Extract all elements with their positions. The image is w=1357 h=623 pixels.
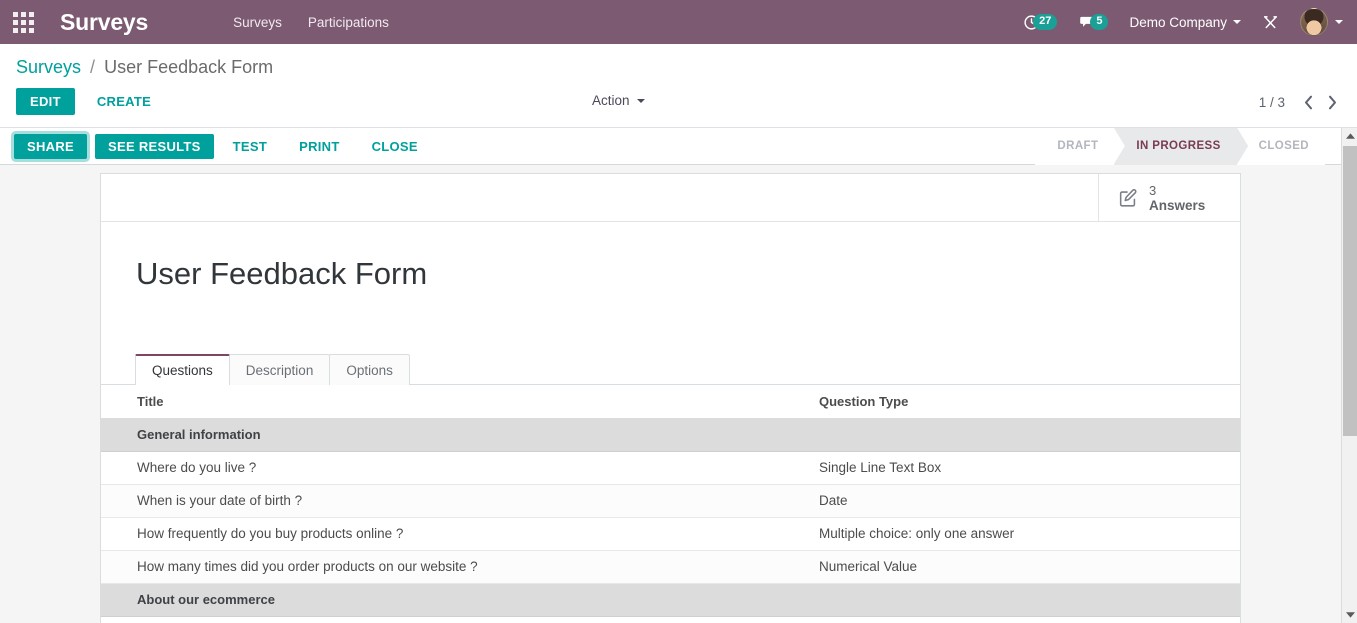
app-brand-title[interactable]: Surveys — [60, 9, 148, 36]
test-button[interactable]: TEST — [220, 134, 280, 159]
control-panel-buttons: EDIT CREATE — [16, 88, 165, 115]
messages-count-badge: 5 — [1090, 14, 1109, 30]
table-header-row: Title Question Type — [101, 384, 1240, 419]
column-header-title[interactable]: Title — [101, 384, 801, 419]
chevron-down-icon — [636, 98, 645, 103]
avatar — [1300, 8, 1328, 36]
scroll-down-button[interactable] — [1342, 606, 1357, 623]
top-navbar: Surveys Surveys Participations 27 5 Demo… — [0, 0, 1357, 44]
scrollbar-thumb[interactable] — [1343, 146, 1357, 436]
chevron-down-icon — [1335, 20, 1343, 24]
form-action-buttons: SHARE SEE RESULTS TEST PRINT CLOSE — [0, 133, 431, 159]
action-menu-label: Action — [592, 93, 630, 108]
tools-icon — [1264, 15, 1277, 28]
breadcrumb-item-current: User Feedback Form — [104, 57, 274, 77]
company-switcher[interactable]: Demo Company — [1119, 15, 1251, 30]
chevron-right-icon — [1328, 95, 1336, 109]
answers-text-block: 3 Answers — [1149, 183, 1205, 213]
messaging-menu[interactable]: 5 — [1068, 0, 1119, 44]
chevron-down-icon — [1233, 20, 1241, 24]
scroll-up-arrow-icon — [1345, 133, 1355, 139]
navbar-menu-item-surveys[interactable]: Surveys — [220, 2, 295, 43]
scroll-down-arrow-icon — [1345, 612, 1355, 618]
questions-table-body: General information Where do you live ? Si… — [101, 418, 1240, 623]
activities-menu[interactable]: 27 — [1012, 0, 1068, 44]
breadcrumb-separator: / — [90, 57, 96, 77]
form-content-area: 3 Answers User Feedback Form Questions D… — [0, 165, 1341, 623]
apps-launcher-button[interactable] — [0, 0, 46, 44]
button-box-row: 3 Answers — [101, 174, 1240, 222]
table-section-row[interactable]: General information — [101, 418, 1240, 452]
questions-table: Title Question Type General information W… — [101, 384, 1240, 623]
systray: 27 5 Demo Company — [1012, 0, 1357, 44]
see-results-button[interactable]: SEE RESULTS — [95, 133, 214, 159]
answers-stat-button[interactable]: 3 Answers — [1098, 174, 1240, 221]
table-row[interactable]: When is your date of birth ? Date — [101, 484, 1240, 518]
form-statusbar-row: SHARE SEE RESULTS TEST PRINT CLOSE DRAFT… — [0, 127, 1341, 165]
vertical-scrollbar[interactable] — [1341, 128, 1357, 623]
pager: 1 / 3 — [1259, 91, 1343, 113]
cell-title: How frequently do you buy products onlin… — [101, 517, 801, 551]
answers-count: 3 — [1149, 182, 1157, 198]
edit-button[interactable]: EDIT — [16, 88, 75, 115]
cell-question-type — [801, 583, 1240, 617]
cell-title: About our ecommerce — [101, 583, 801, 617]
action-menu-button[interactable]: Action — [592, 93, 645, 108]
close-button[interactable]: CLOSE — [359, 134, 431, 159]
form-sheet: 3 Answers User Feedback Form Questions D… — [100, 173, 1241, 623]
table-row[interactable]: Where do you live ? Single Line Text Box — [101, 451, 1240, 485]
control-panel: Surveys / User Feedback Form EDIT CREATE… — [0, 44, 1357, 128]
company-name: Demo Company — [1129, 14, 1227, 30]
table-section-row[interactable]: About our ecommerce — [101, 583, 1240, 617]
chevron-left-icon — [1304, 95, 1312, 109]
share-button[interactable]: SHARE — [14, 133, 88, 159]
navbar-menu-item-participations[interactable]: Participations — [295, 2, 402, 43]
status-pipeline: DRAFT IN PROGRESS CLOSED — [1035, 127, 1341, 165]
cell-title: How many times did you order products on… — [101, 550, 801, 584]
developer-tools-button[interactable] — [1251, 14, 1290, 31]
page-title: User Feedback Form — [136, 256, 428, 291]
user-menu[interactable] — [1290, 8, 1349, 36]
tab-questions[interactable]: Questions — [135, 354, 230, 386]
breadcrumb-item-surveys[interactable]: Surveys — [16, 57, 81, 77]
table-row[interactable]: How frequently do you buy products onlin… — [101, 517, 1240, 551]
cell-question-type — [801, 418, 1240, 452]
apps-grid-icon — [12, 11, 34, 33]
cell-question-type: Date — [801, 484, 1240, 518]
table-row[interactable]: How many times did you order products on… — [101, 550, 1240, 584]
pager-value: 1 / 3 — [1258, 94, 1285, 110]
navbar-menu: Surveys Participations — [220, 2, 402, 43]
print-button[interactable]: PRINT — [286, 134, 353, 159]
cell-title: Which of the following words would you u… — [101, 616, 801, 623]
status-stage-draft[interactable]: DRAFT — [1035, 127, 1126, 165]
cell-question-type: Multiple choice: multiple answers allowe… — [801, 616, 1240, 623]
questions-table-head: Title Question Type — [101, 384, 1240, 419]
pager-previous-button[interactable] — [1297, 91, 1319, 113]
cell-question-type: Multiple choice: only one answer — [801, 517, 1240, 551]
cell-title: Where do you live ? — [101, 451, 801, 485]
create-button[interactable]: CREATE — [83, 88, 165, 115]
scroll-up-button[interactable] — [1342, 128, 1357, 145]
cell-title: When is your date of birth ? — [101, 484, 801, 518]
cell-title: General information — [101, 418, 801, 452]
cell-question-type: Single Line Text Box — [801, 451, 1240, 485]
tab-options[interactable]: Options — [329, 354, 410, 385]
cell-question-type: Numerical Value — [801, 550, 1240, 584]
tab-description[interactable]: Description — [228, 354, 331, 385]
pager-next-button[interactable] — [1321, 91, 1343, 113]
notebook-tabs: Questions Description Options — [135, 354, 1240, 386]
edit-pencil-square-icon — [1119, 188, 1137, 207]
answers-label: Answers — [1149, 197, 1206, 213]
status-stage-in-progress[interactable]: IN PROGRESS — [1114, 127, 1248, 165]
table-row[interactable]: Which of the following words would you u… — [101, 616, 1240, 623]
breadcrumb: Surveys / User Feedback Form — [16, 57, 273, 78]
status-stage-closed[interactable]: CLOSED — [1236, 127, 1337, 165]
column-header-question-type[interactable]: Question Type — [801, 384, 1240, 419]
activities-count-badge: 27 — [1033, 14, 1058, 30]
